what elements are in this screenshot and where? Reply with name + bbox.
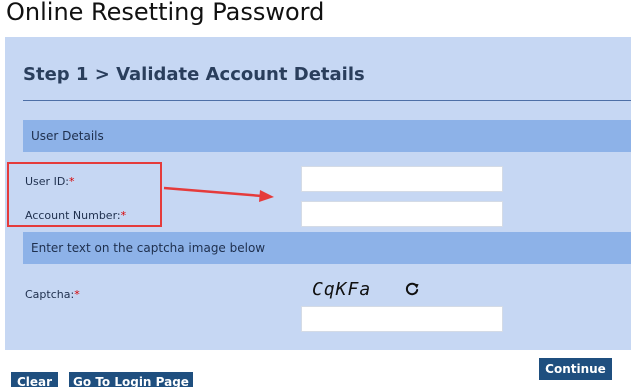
user-id-input[interactable] [301, 166, 503, 192]
captcha-image: CqKFa [312, 279, 372, 300]
captcha-label-text: Captcha: [25, 288, 75, 301]
heading-divider [23, 100, 631, 101]
step-heading: Step 1 > Validate Account Details [23, 64, 365, 85]
continue-button[interactable]: Continue [539, 358, 612, 380]
required-mark: * [74, 288, 80, 301]
go-to-login-button[interactable]: Go To Login Page [69, 372, 193, 387]
arrow-icon [163, 186, 274, 202]
clear-button[interactable]: Clear [11, 372, 58, 387]
page-title: Online Resetting Password [6, 0, 325, 26]
captcha-label: Captcha:* [25, 288, 80, 301]
highlight-annotation-box [7, 162, 162, 227]
captcha-input[interactable] [301, 306, 503, 332]
user-details-header: User Details [23, 120, 631, 152]
refresh-icon[interactable] [403, 280, 421, 298]
captcha-section-header: Enter text on the captcha image below [23, 232, 631, 264]
account-number-input[interactable] [301, 201, 503, 227]
